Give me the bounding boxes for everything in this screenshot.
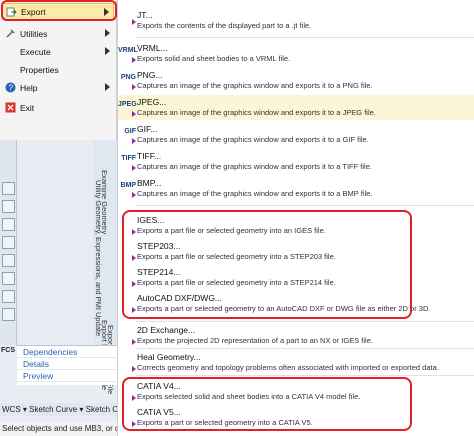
item-title: JPEG... xyxy=(137,97,167,107)
details-link[interactable]: Details xyxy=(17,358,117,370)
navigator-panels: Dependencies Details Preview xyxy=(17,345,117,385)
command-marker-icon xyxy=(132,192,136,198)
dependencies-link[interactable]: Dependencies xyxy=(17,346,117,358)
menu-item-label: Exit xyxy=(20,102,35,113)
command-marker-icon xyxy=(132,138,136,144)
resource-bar xyxy=(0,140,17,345)
navigator-vertical-tabs: Examine Geometry Utility Geometry, Expre… xyxy=(93,140,117,394)
menu-item-execute[interactable]: Execute xyxy=(2,43,114,60)
item-title: PNG... xyxy=(137,70,163,80)
command-marker-icon xyxy=(132,57,136,63)
submenu-arrow-icon xyxy=(105,47,110,55)
web-browser-icon[interactable] xyxy=(2,290,15,303)
menu-item-label: Help xyxy=(20,82,38,93)
submenu-arrow-icon xyxy=(105,83,110,91)
item-title: VRML... xyxy=(137,43,168,53)
tiff-icon: TIFF xyxy=(121,155,136,162)
catia-highlight-ring xyxy=(122,377,412,431)
separator xyxy=(136,375,474,376)
history-icon[interactable] xyxy=(2,254,15,267)
item-description: Captures an image of the graphics window… xyxy=(137,135,369,144)
jpeg-icon: JPEG xyxy=(118,101,137,108)
menu-item-exit[interactable]: Exit xyxy=(2,99,114,116)
execute-icon xyxy=(4,46,16,58)
svg-text:?: ? xyxy=(8,84,13,93)
exit-icon xyxy=(4,102,16,114)
gif-icon: GIF xyxy=(124,128,136,135)
menu-item-label: Properties xyxy=(20,64,59,75)
reuse-library-icon[interactable] xyxy=(2,236,15,249)
properties-icon xyxy=(4,64,16,76)
separator xyxy=(136,321,474,322)
command-marker-icon xyxy=(132,19,136,25)
menu-item-label: Execute xyxy=(20,46,51,57)
item-description: Corrects geometry and topology problems … xyxy=(137,363,439,372)
part-navigator-icon[interactable] xyxy=(2,182,15,195)
item-description: Captures an image of the graphics window… xyxy=(137,108,376,117)
roles-icon[interactable] xyxy=(2,272,15,285)
item-title: JT... xyxy=(137,10,153,20)
item-description: Captures an image of the graphics window… xyxy=(137,162,372,171)
data-exchange-highlight-ring xyxy=(122,210,412,319)
menu-item-properties[interactable]: Properties xyxy=(2,61,114,78)
fcs-label: FCS xyxy=(1,347,15,354)
command-marker-icon xyxy=(132,165,136,171)
selection-toolbar[interactable]: WCS ▾ Sketch Curve ▾ Sketch Constr xyxy=(0,403,117,416)
item-description: Exports solid and sheet bodies to a VRML… xyxy=(137,54,291,63)
item-title: GIF... xyxy=(137,124,158,134)
menu-item-label: Utilities xyxy=(20,28,48,39)
submenu-arrow-icon xyxy=(105,29,110,37)
command-marker-icon xyxy=(132,84,136,90)
separator xyxy=(136,348,474,349)
preview-link[interactable]: Preview xyxy=(17,370,117,382)
item-description: Captures an image of the graphics window… xyxy=(137,189,373,198)
status-line: Select objects and use MB3, or double xyxy=(0,422,117,436)
help-icon: ? xyxy=(4,82,16,94)
command-marker-icon xyxy=(132,366,136,372)
export-highlight-ring xyxy=(1,0,117,21)
png-icon: PNG xyxy=(120,74,136,81)
assembly-navigator-icon[interactable] xyxy=(2,200,15,213)
bmp-icon: BMP xyxy=(120,182,136,189)
item-title: TIFF... xyxy=(137,151,162,161)
item-title: Heal Geometry... xyxy=(137,352,201,362)
item-description: Captures an image of the graphics window… xyxy=(137,81,373,90)
system-materials-icon[interactable] xyxy=(2,308,15,321)
command-marker-icon xyxy=(132,339,136,345)
separator xyxy=(136,205,474,206)
tab-utility-geometry[interactable]: Utility Geometry, Expressions, and PMI U… xyxy=(94,180,103,336)
item-description: Exports the projected 2D representation … xyxy=(137,336,373,345)
item-description: Exports the contents of the displayed pa… xyxy=(137,21,312,30)
separator xyxy=(136,37,474,38)
command-marker-icon xyxy=(132,111,136,117)
constraint-navigator-icon[interactable] xyxy=(2,218,15,231)
item-title: 2D Exchange... xyxy=(137,325,196,335)
vrml-icon: VRML xyxy=(118,47,138,54)
utilities-icon xyxy=(4,28,16,40)
menu-item-utilities[interactable]: Utilities xyxy=(2,25,114,42)
application-left-area: Examine Geometry Utility Geometry, Expre… xyxy=(0,140,117,436)
menu-item-help[interactable]: ? Help xyxy=(2,79,114,96)
export-submenu: JT... Exports the contents of the displa… xyxy=(117,0,474,436)
file-menu: Export Utilities Execute Properties ? He… xyxy=(0,0,117,140)
item-title: BMP... xyxy=(137,178,162,188)
